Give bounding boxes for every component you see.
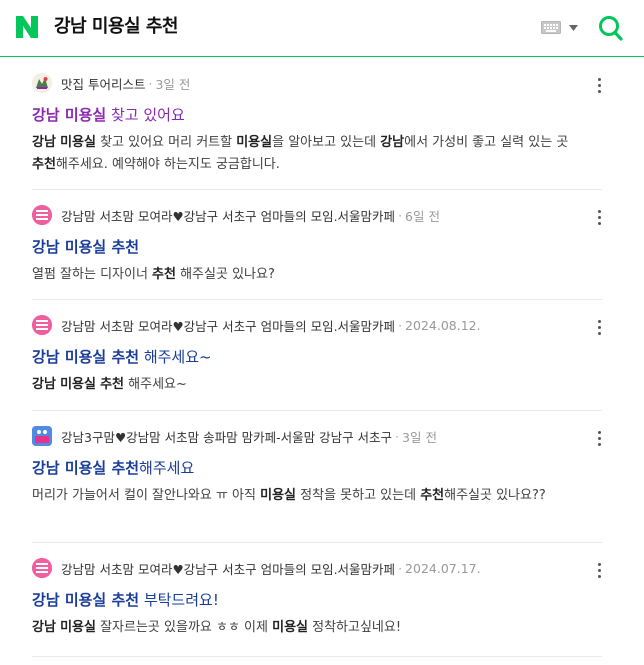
text-segment: 해주세요~ <box>124 377 187 392</box>
text-segment: 해주실곳 있나요? <box>175 267 275 282</box>
result-source: 강남맘 서초맘 모여라♥강남구 서초구 엄마들의 모임.서울맘카페 · 2024… <box>32 315 572 335</box>
result-item: 강남3구맘♥강남맘 서초맘 송파맘 맘카페-서울맘 강남구 서초구 · 3일 전… <box>32 411 602 543</box>
chevron-down-icon[interactable] <box>569 25 578 31</box>
more-options-icon[interactable] <box>596 77 602 93</box>
result-title[interactable]: 강남 미용실 추천 <box>32 236 139 258</box>
result-source: 강남3구맘♥강남맘 서초맘 송파맘 맘카페-서울맘 강남구 서초구 · 3일 전 <box>32 426 572 446</box>
text-segment: 해주세요~ <box>139 348 212 366</box>
source-name[interactable]: 강남3구맘♥강남맘 서초맘 송파맘 맘카페-서울맘 강남구 서초구 <box>61 427 392 446</box>
text-segment: 머리가 가늘어서 컬이 잘안나와요 ㅠ 아직 <box>32 488 261 503</box>
highlighted-keyword: 강남 미용실 추천 <box>32 591 140 609</box>
post-date: 3일 전 <box>402 429 437 445</box>
highlighted-keyword: 추천 <box>152 267 176 282</box>
search-header: 강남 미용실 추천 <box>0 0 644 57</box>
highlighted-keyword: 미용실 <box>60 620 96 635</box>
result-item: 맛집 투어리스트 · 3일 전 강남 미용실 찾고 있어요 강남 미용실 찾고 … <box>32 57 602 190</box>
post-date: 2024.07.17. <box>405 560 481 576</box>
text-segment: 해주세요. 예약해야 하는지도 궁금합니다. <box>55 157 280 172</box>
more-options-icon[interactable] <box>596 562 602 578</box>
highlighted-keyword: 추천 <box>100 377 125 392</box>
keyboard-icon[interactable] <box>541 21 561 34</box>
result-snippet: 열펌 잘하는 디자이너 추천 해주실곳 있나요? <box>32 264 602 286</box>
result-item: 강남맘 서초맘 모여라♥강남구 서초구 엄마들의 모임.서울맘카페 · 2024… <box>32 300 602 411</box>
highlighted-keyword: 미용실 <box>60 135 96 150</box>
post-date: 6일 전 <box>405 208 440 224</box>
highlighted-keyword: 강남 <box>380 135 405 150</box>
highlighted-keyword: 강남 <box>32 377 56 392</box>
cafe-logo-icon <box>32 558 52 578</box>
result-snippet: 강남 미용실 추천 해주세요~ <box>32 374 602 396</box>
result-item: 강남맘 서초맘 모여라♥강남구 서초구 엄마들의 모임.서울맘카페 · 6일 전… <box>32 190 602 300</box>
cafe-logo-icon <box>32 315 52 335</box>
text-segment: 해주세요 <box>139 459 195 477</box>
result-title[interactable]: 강남 미용실 추천 부탁드려요! <box>32 589 219 611</box>
highlighted-keyword: 미용실 <box>236 135 273 150</box>
text-segment: 부탁드려요! <box>139 591 219 609</box>
text-segment: 정착을 못하고 있는데 <box>296 488 421 503</box>
result-title[interactable]: 강남 미용실 추천해주세요 <box>32 457 194 479</box>
highlighted-keyword: 추천 <box>420 488 445 503</box>
highlighted-keyword: 미용실 <box>60 377 96 392</box>
search-results-list: 맛집 투어리스트 · 3일 전 강남 미용실 찾고 있어요 강남 미용실 찾고 … <box>32 57 602 657</box>
source-name[interactable]: 맛집 투어리스트 <box>61 74 145 93</box>
post-date: 3일 전 <box>155 76 191 92</box>
text-segment: 열펌 잘하는 디자이너 <box>32 267 153 282</box>
highlighted-keyword: 강남 <box>32 620 56 635</box>
source-avatar[interactable] <box>32 426 52 446</box>
result-source: 강남맘 서초맘 모여라♥강남구 서초구 엄마들의 모임.서울맘카페 · 2024… <box>32 558 572 578</box>
highlighted-keyword: 강남 미용실 추천 <box>32 238 140 256</box>
highlighted-keyword: 강남 <box>32 135 56 150</box>
tourist-logo-icon <box>32 73 52 93</box>
source-avatar[interactable] <box>32 558 52 578</box>
more-options-icon[interactable] <box>596 319 602 335</box>
text-segment: 찾고 있어요 <box>106 106 185 124</box>
text-segment: 을 알아보고 있는데 <box>272 135 381 150</box>
text-segment: 찾고 있어요 머리 커트할 <box>95 135 237 150</box>
search-query-input[interactable]: 강남 미용실 추천 <box>54 15 178 39</box>
text-segment: 정착하고싶네요! <box>308 620 402 635</box>
result-snippet: 강남 미용실 찾고 있어요 머리 커트할 미용실을 알아보고 있는데 강남에서 … <box>32 132 602 176</box>
post-date: 2024.08.12. <box>405 317 481 333</box>
result-title[interactable]: 강남 미용실 찾고 있어요 <box>32 104 185 126</box>
highlighted-keyword: 강남 미용실 추천 <box>32 348 140 366</box>
source-name[interactable]: 강남맘 서초맘 모여라♥강남구 서초구 엄마들의 모임.서울맘카페 <box>61 316 395 335</box>
search-icon[interactable] <box>598 14 624 42</box>
cafe-logo-icon <box>32 426 52 446</box>
source-name[interactable]: 강남맘 서초맘 모여라♥강남구 서초구 엄마들의 모임.서울맘카페 <box>61 559 395 578</box>
cafe-logo-icon <box>32 205 52 225</box>
highlighted-keyword: 강남 미용실 추천 <box>32 459 140 477</box>
result-source: 맛집 투어리스트 · 3일 전 <box>32 73 572 93</box>
result-snippet: 머리가 가늘어서 컬이 잘안나와요 ㅠ 아직 미용실 정착을 못하고 있는데 추… <box>32 485 602 507</box>
naver-logo[interactable] <box>14 14 40 40</box>
highlighted-keyword: 추천 <box>32 157 56 172</box>
result-title[interactable]: 강남 미용실 추천 해주세요~ <box>32 346 212 368</box>
text-segment: 에서 가성비 좋고 실력 있는 곳 <box>404 135 569 150</box>
source-name[interactable]: 강남맘 서초맘 모여라♥강남구 서초구 엄마들의 모임.서울맘카페 <box>61 206 395 225</box>
result-source: 강남맘 서초맘 모여라♥강남구 서초구 엄마들의 모임.서울맘카페 · 6일 전 <box>32 205 572 225</box>
more-options-icon[interactable] <box>596 430 602 446</box>
highlighted-keyword: 강남 미용실 <box>32 106 107 124</box>
highlighted-keyword: 미용실 <box>272 620 308 635</box>
source-avatar[interactable] <box>32 315 52 335</box>
text-segment: 잘자르는곳 있을까요 ㅎㅎ 이제 <box>95 620 273 635</box>
highlighted-keyword: 미용실 <box>260 488 297 503</box>
text-segment: 해주실곳 있나요?? <box>444 488 546 503</box>
result-snippet: 강남 미용실 잘자르는곳 있을까요 ㅎㅎ 이제 미용실 정착하고싶네요! <box>32 617 602 639</box>
more-options-icon[interactable] <box>596 209 602 225</box>
source-avatar[interactable] <box>32 205 52 225</box>
result-item: 강남맘 서초맘 모여라♥강남구 서초구 엄마들의 모임.서울맘카페 · 2024… <box>32 543 602 657</box>
source-avatar[interactable] <box>32 73 52 93</box>
